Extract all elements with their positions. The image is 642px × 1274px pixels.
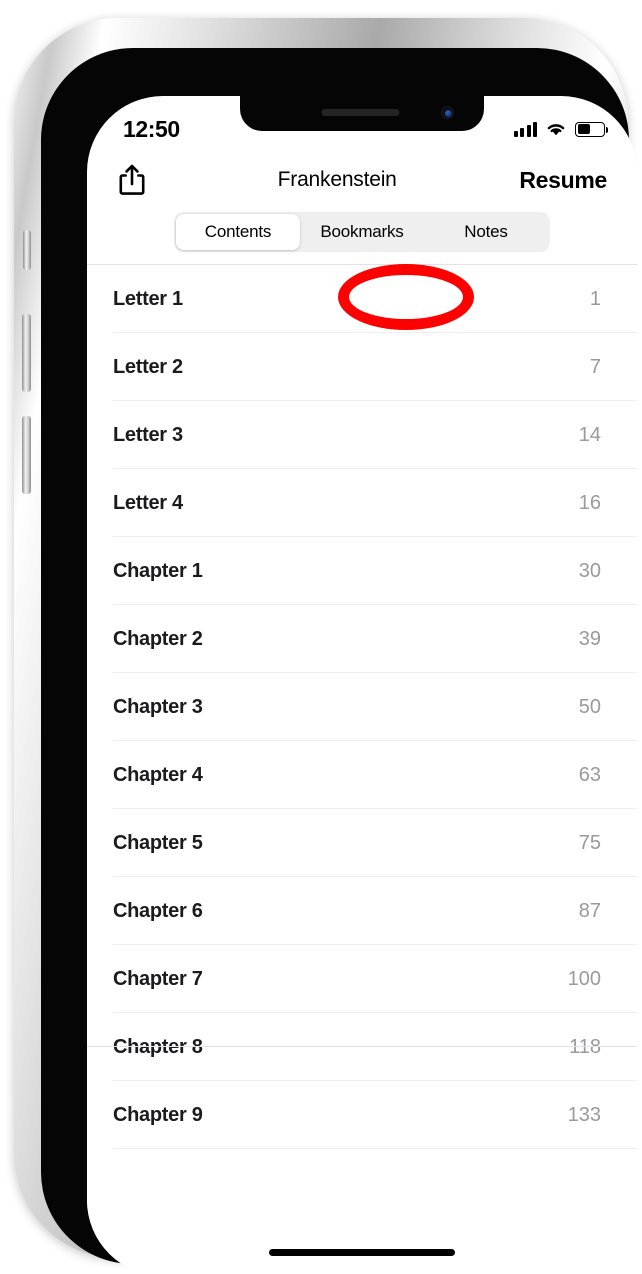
toc-row-page: 30 bbox=[578, 559, 601, 582]
share-icon bbox=[119, 164, 145, 195]
segmented-control-wrapper: Contents Bookmarks Notes bbox=[87, 212, 637, 252]
toc-row-title: Chapter 3 bbox=[113, 695, 203, 718]
navbar-separator bbox=[87, 264, 637, 265]
toc-row-title: Chapter 2 bbox=[113, 627, 203, 650]
toc-row-title: Chapter 7 bbox=[113, 967, 203, 990]
list-bottom-separator bbox=[87, 1046, 637, 1047]
toc-row-title: Chapter 1 bbox=[113, 559, 203, 582]
toc-row-title: Chapter 4 bbox=[113, 763, 203, 786]
toc-row-letter-2[interactable]: Letter 2 7 bbox=[87, 333, 637, 401]
toc-row-title: Letter 3 bbox=[113, 423, 183, 446]
device-frame: 12:50 Frankenstein Resume Contents Bookm… bbox=[14, 18, 637, 1274]
toc-row-page: 118 bbox=[569, 1035, 601, 1058]
tab-bookmarks[interactable]: Bookmarks bbox=[300, 214, 424, 250]
toc-row-title: Letter 2 bbox=[113, 355, 183, 378]
toc-row-page: 39 bbox=[578, 627, 601, 650]
toc-row-title: Chapter 8 bbox=[113, 1035, 203, 1058]
toc-row-page: 87 bbox=[578, 899, 601, 922]
device-bezel: 12:50 Frankenstein Resume Contents Bookm… bbox=[41, 48, 637, 1274]
toc-row-title: Chapter 9 bbox=[113, 1103, 203, 1126]
toc-row-page: 75 bbox=[578, 831, 601, 854]
toc-row-title: Chapter 6 bbox=[113, 899, 203, 922]
toc-row-chapter-7[interactable]: Chapter 7 100 bbox=[87, 945, 637, 1013]
toc-row-page: 100 bbox=[567, 967, 601, 990]
toc-row-page: 50 bbox=[578, 695, 601, 718]
tab-notes[interactable]: Notes bbox=[424, 214, 548, 250]
toc-row-page: 16 bbox=[578, 491, 601, 514]
toc-row-chapter-1[interactable]: Chapter 1 30 bbox=[87, 537, 637, 605]
tab-contents[interactable]: Contents bbox=[176, 214, 300, 250]
toc-row-page: 133 bbox=[567, 1103, 601, 1126]
earpiece-speaker-icon bbox=[321, 109, 400, 116]
toc-row-chapter-6[interactable]: Chapter 6 87 bbox=[87, 877, 637, 945]
toc-row-chapter-8[interactable]: Chapter 8 118 bbox=[87, 1013, 637, 1081]
cellular-bars-icon bbox=[513, 121, 537, 137]
toc-row-chapter-2[interactable]: Chapter 2 39 bbox=[87, 605, 637, 673]
toc-row-page: 14 bbox=[578, 423, 601, 446]
toc-row-letter-3[interactable]: Letter 3 14 bbox=[87, 401, 637, 469]
toc-row-letter-4[interactable]: Letter 4 16 bbox=[87, 469, 637, 537]
toc-row-title: Letter 1 bbox=[113, 287, 183, 310]
table-of-contents-list[interactable]: Letter 1 1 Letter 2 7 Letter 3 14 Letter… bbox=[87, 265, 637, 1274]
toc-row-title: Chapter 5 bbox=[113, 831, 203, 854]
volume-up-button[interactable] bbox=[22, 314, 31, 392]
notch bbox=[240, 96, 484, 131]
battery-icon bbox=[575, 121, 609, 137]
volume-down-button[interactable] bbox=[22, 416, 31, 494]
status-bar-clock: 12:50 bbox=[123, 115, 180, 142]
toc-row-chapter-3[interactable]: Chapter 3 50 bbox=[87, 673, 637, 741]
screenshot-stage: 12:50 Frankenstein Resume Contents Bookm… bbox=[0, 0, 642, 1274]
toc-row-page: 1 bbox=[589, 287, 601, 310]
mute-switch-button[interactable] bbox=[23, 230, 31, 270]
home-indicator[interactable] bbox=[269, 1249, 455, 1256]
status-bar-indicators bbox=[513, 121, 609, 137]
front-camera-icon bbox=[441, 106, 454, 119]
page-title: Frankenstein bbox=[277, 168, 397, 191]
phone-screen: 12:50 Frankenstein Resume Contents Bookm… bbox=[87, 96, 637, 1274]
wifi-icon bbox=[547, 124, 565, 136]
resume-button[interactable]: Resume bbox=[519, 167, 607, 194]
navigation-bar: Frankenstein Resume bbox=[87, 152, 637, 208]
toc-row-chapter-5[interactable]: Chapter 5 75 bbox=[87, 809, 637, 877]
toc-row-page: 7 bbox=[589, 355, 601, 378]
segmented-control: Contents Bookmarks Notes bbox=[174, 212, 550, 252]
toc-row-page: 63 bbox=[578, 763, 601, 786]
toc-row-chapter-9[interactable]: Chapter 9 133 bbox=[87, 1081, 637, 1149]
toc-row-chapter-4[interactable]: Chapter 4 63 bbox=[87, 741, 637, 809]
share-button[interactable] bbox=[109, 157, 155, 203]
toc-row-letter-1[interactable]: Letter 1 1 bbox=[87, 265, 637, 333]
toc-row-title: Letter 4 bbox=[113, 491, 183, 514]
